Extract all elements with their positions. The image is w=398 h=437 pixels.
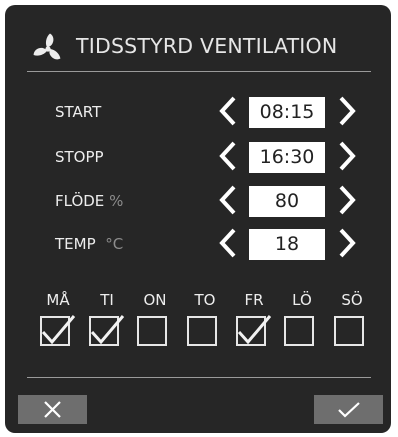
stop-value[interactable]: 16:30	[249, 142, 325, 173]
stop-increase-button[interactable]	[336, 141, 358, 171]
flow-decrease-button[interactable]	[217, 185, 239, 215]
start-decrease-button[interactable]	[217, 96, 239, 126]
temp-label: TEMP °C	[55, 235, 124, 253]
flow-value[interactable]: 80	[249, 186, 325, 217]
ventilation-panel: TIDSSTYRD VENTILATION START 08:15 STOPP …	[5, 5, 391, 433]
close-icon	[44, 401, 61, 418]
day-checkbox-to[interactable]	[187, 316, 217, 346]
day-checkbox-ti[interactable]	[89, 315, 125, 346]
day-checkbox-lo[interactable]	[284, 316, 314, 346]
day-checkbox-so[interactable]	[334, 316, 364, 346]
stop-label: STOPP	[55, 148, 104, 166]
day-label-to: TO	[194, 291, 216, 309]
checkmark-icon	[90, 315, 125, 345]
day-label-so: SÖ	[341, 291, 363, 309]
checkmark-icon	[237, 315, 272, 345]
day-checkbox-on[interactable]	[137, 316, 167, 346]
temp-value[interactable]: 18	[249, 229, 325, 260]
confirm-button[interactable]	[314, 395, 383, 424]
start-label: START	[55, 103, 102, 121]
start-value[interactable]: 08:15	[249, 97, 325, 128]
day-label-on: ON	[143, 291, 167, 309]
page-title: TIDSSTYRD VENTILATION	[76, 34, 338, 58]
temp-increase-button[interactable]	[336, 228, 358, 258]
stop-decrease-button[interactable]	[217, 141, 239, 171]
checkmark-icon	[41, 315, 76, 345]
header: TIDSSTYRD VENTILATION	[5, 5, 391, 71]
temp-decrease-button[interactable]	[217, 228, 239, 258]
fan-icon	[31, 32, 65, 66]
day-label-lo: LÖ	[292, 291, 312, 309]
day-label-fr: FR	[244, 291, 264, 309]
day-checkbox-ma[interactable]	[40, 315, 76, 346]
day-checkbox-fr[interactable]	[236, 315, 272, 346]
header-divider	[27, 71, 371, 72]
cancel-button[interactable]	[18, 395, 87, 424]
footer-divider	[27, 377, 371, 378]
day-label-ma: MÅ	[46, 291, 70, 309]
flow-increase-button[interactable]	[336, 185, 358, 215]
day-label-ti: TI	[100, 291, 114, 309]
check-icon	[338, 402, 360, 418]
flow-label: FLÖDE %	[55, 192, 124, 210]
start-increase-button[interactable]	[336, 96, 358, 126]
